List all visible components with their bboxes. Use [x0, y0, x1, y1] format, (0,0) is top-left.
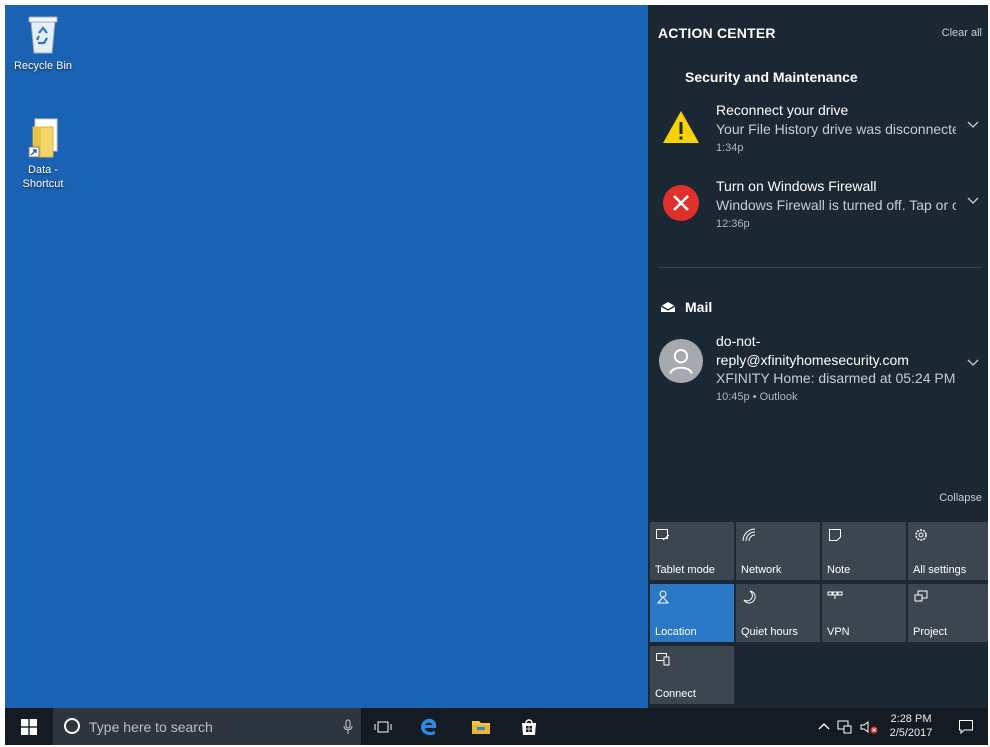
tile-label: All settings: [913, 564, 967, 576]
windows-logo-icon: [21, 718, 37, 735]
notification-mail[interactable]: do-not- reply@xfinityhomesecurity.com XF…: [658, 332, 983, 412]
tablet-mode-icon: [656, 529, 670, 541]
notification-time: 12:36p: [716, 218, 750, 230]
recycle-bin-icon: [28, 16, 58, 54]
tile-vpn[interactable]: VPN: [822, 584, 906, 642]
tile-label: Note: [827, 564, 851, 576]
tile-quiet-hours[interactable]: Quiet hours: [736, 584, 820, 642]
file-explorer-button[interactable]: [465, 708, 497, 745]
clock[interactable]: 2:28 PM 2/5/2017: [885, 712, 937, 740]
network-icon: [742, 528, 756, 542]
task-view-icon: [374, 721, 392, 732]
action-center-panel: ACTION CENTER Clear all Security and Mai…: [648, 5, 988, 708]
notification-body: Your File History drive was disconnected: [716, 121, 956, 137]
search-placeholder: Type here to search: [89, 719, 213, 735]
tile-connect[interactable]: Connect: [650, 646, 734, 704]
store-button[interactable]: [513, 708, 545, 745]
edge-icon: [421, 718, 437, 735]
microphone-icon[interactable]: [343, 719, 353, 735]
notification-title: do-not- reply@xfinityhomesecurity.com: [716, 332, 956, 370]
clock-time: 2:28 PM: [890, 713, 932, 725]
action-center-title: ACTION CENTER: [658, 25, 776, 41]
tile-note[interactable]: Note: [822, 522, 906, 580]
chevron-down-icon[interactable]: [967, 194, 979, 206]
volume-muted-icon[interactable]: [860, 720, 880, 734]
group-title-mail: Mail: [685, 299, 713, 315]
clock-date: 2/5/2017: [889, 727, 933, 739]
store-icon: [522, 718, 536, 735]
folder-shortcut-icon: [28, 118, 58, 158]
group-divider: [658, 267, 982, 268]
show-hidden-icons-chevron-icon[interactable]: [818, 722, 830, 730]
file-explorer-icon: [472, 720, 490, 734]
collapse-link[interactable]: Collapse: [939, 492, 982, 504]
notification-title: Reconnect your drive: [716, 102, 849, 118]
tile-label: Tablet mode: [655, 564, 715, 576]
clear-all-link[interactable]: Clear all: [942, 27, 982, 39]
action-center-button[interactable]: [950, 708, 982, 745]
taskbar: Type here to search 2:28 PM 2/5/2017: [5, 708, 988, 745]
start-button[interactable]: [5, 708, 53, 745]
tile-label: Connect: [655, 688, 696, 700]
network-tray-icon[interactable]: [837, 720, 853, 734]
desktop-icon-data-shortcut[interactable]: Data - Shortcut: [7, 117, 79, 191]
tile-all-settings[interactable]: All settings: [908, 522, 988, 580]
tile-label: Location: [655, 626, 697, 638]
connect-icon: [656, 653, 670, 666]
tile-label: Network: [741, 564, 782, 576]
tile-project[interactable]: Project: [908, 584, 988, 642]
tile-label: Project: [913, 626, 948, 638]
location-icon: [656, 590, 670, 604]
project-icon: [914, 590, 928, 602]
notification-title: Turn on Windows Firewall: [716, 178, 877, 194]
taskbar-search-box[interactable]: Type here to search: [53, 708, 361, 745]
screen: Recycle Bin Data - Shortcut ACTION CENTE…: [5, 5, 988, 745]
vpn-icon: [827, 591, 843, 599]
notification-sender-line2: reply@xfinityhomesecurity.com: [716, 352, 909, 368]
avatar-icon: [658, 338, 704, 384]
tile-network[interactable]: Network: [736, 522, 820, 580]
error-icon: [663, 185, 699, 221]
edge-button[interactable]: [413, 708, 445, 745]
notification-reconnect-drive[interactable]: Reconnect your drive Your File History d…: [658, 102, 983, 162]
settings-icon: [915, 529, 927, 541]
chevron-down-icon[interactable]: [967, 118, 979, 130]
tile-tablet-mode[interactable]: Tablet mode: [650, 522, 734, 580]
task-view-button[interactable]: [367, 708, 399, 745]
warning-icon: [663, 111, 699, 143]
mail-icon: [660, 302, 676, 312]
tile-label: VPN: [827, 626, 850, 638]
tile-label: Quiet hours: [741, 626, 798, 638]
chevron-down-icon[interactable]: [967, 356, 979, 368]
data-shortcut-label: Data - Shortcut: [22, 164, 64, 190]
notification-windows-firewall[interactable]: Turn on Windows Firewall Windows Firewal…: [658, 178, 983, 238]
notification-time: 10:45p • Outlook: [716, 391, 798, 403]
group-title-security: Security and Maintenance: [685, 69, 858, 85]
notification-body: XFINITY Home: disarmed at 05:24 PM: [716, 370, 956, 386]
notification-sender-line1: do-not-: [716, 333, 761, 349]
notification-icon: [959, 719, 973, 734]
desktop-icon-recycle-bin[interactable]: Recycle Bin: [7, 13, 79, 73]
note-icon: [829, 529, 841, 541]
notification-time: 1:34p: [716, 142, 744, 154]
notification-body: Windows Firewall is turned off. Tap or c…: [716, 197, 956, 213]
quiet-hours-icon: [743, 590, 756, 604]
tile-location[interactable]: Location: [650, 584, 734, 642]
cortana-icon: [64, 718, 80, 734]
recycle-bin-label: Recycle Bin: [13, 60, 73, 72]
